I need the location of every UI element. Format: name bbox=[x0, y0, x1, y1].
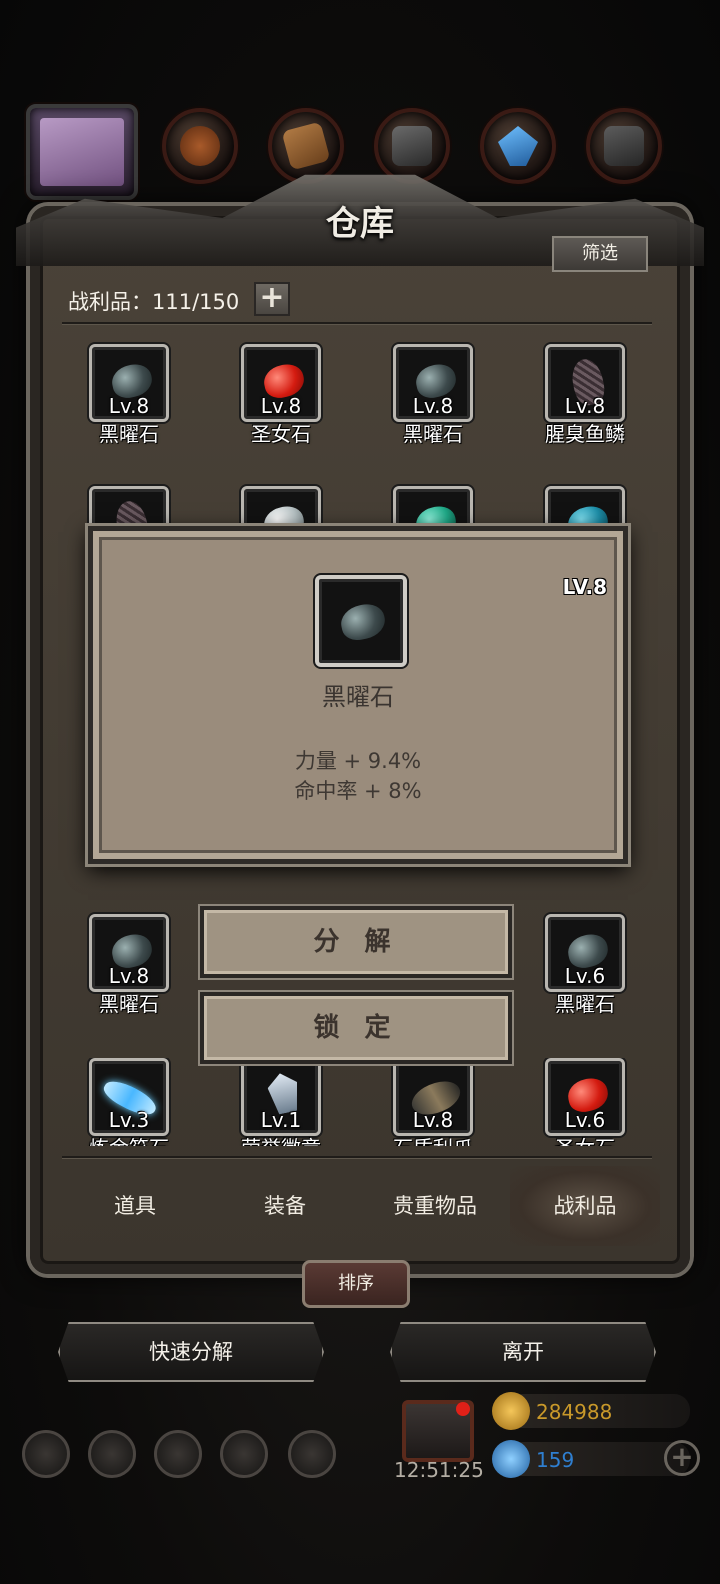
add-currency-button[interactable]: + bbox=[664, 1440, 700, 1476]
item-level: Lv.6 bbox=[564, 1108, 606, 1132]
tab-valuables[interactable]: 贵重物品 bbox=[360, 1166, 510, 1246]
item-slot bbox=[315, 575, 407, 667]
clock-text: 12:51:25 bbox=[394, 1458, 484, 1482]
quick-decompose-button[interactable]: 快速分解 bbox=[58, 1322, 324, 1382]
chest-icon[interactable] bbox=[288, 1430, 336, 1478]
lock-button[interactable]: 锁 定 bbox=[200, 992, 512, 1064]
item-level: Lv.8 bbox=[108, 964, 150, 988]
item-level: Lv.8 bbox=[412, 1108, 454, 1132]
inventory-item[interactable]: Lv.8 黑曜石 bbox=[74, 344, 184, 454]
item-name: 黑曜石 bbox=[322, 683, 394, 711]
tab-loot[interactable]: 战利品 bbox=[510, 1166, 660, 1246]
inventory-item[interactable]: Lv.8 黑曜石 bbox=[74, 914, 184, 1024]
loot-capacity-label: 战利品：111/150 bbox=[68, 290, 240, 314]
item-name: 圣女石 bbox=[251, 422, 311, 446]
inventory-item[interactable]: Lv.8 腥臭鱼鳞 bbox=[530, 344, 640, 454]
couple-category-icon[interactable] bbox=[26, 104, 138, 200]
tab-equipment[interactable]: 装备 bbox=[210, 1166, 360, 1246]
gold-amount: 284988 bbox=[536, 1400, 613, 1424]
gem-amount: 159 bbox=[536, 1448, 575, 1472]
bread-category-icon[interactable] bbox=[162, 108, 238, 184]
item-name: 黑曜石 bbox=[99, 992, 159, 1016]
item-name: 石质利爪 bbox=[378, 1132, 488, 1146]
divider bbox=[62, 1156, 652, 1158]
tab-items[interactable]: 道具 bbox=[60, 1166, 210, 1246]
item-level: LV.8 bbox=[562, 575, 607, 599]
steel-category-icon[interactable] bbox=[586, 108, 662, 184]
divider bbox=[62, 322, 652, 324]
leave-button[interactable]: 离开 bbox=[390, 1322, 656, 1382]
inventory-item[interactable]: Lv.1 荣誉徽章 bbox=[226, 1058, 336, 1146]
item-level: Lv.1 bbox=[260, 1108, 302, 1132]
item-level: Lv.3 bbox=[108, 1108, 150, 1132]
inventory-item[interactable]: Lv.8 黑曜石 bbox=[378, 344, 488, 454]
star-icon[interactable] bbox=[88, 1430, 136, 1478]
notification-dot bbox=[456, 1402, 470, 1416]
stat-line: 命中率 + 8% bbox=[294, 779, 422, 803]
category-tabs: 道具 装备 贵重物品 战利品 bbox=[60, 1166, 660, 1246]
item-level: Lv.8 bbox=[108, 394, 150, 418]
settings-icon[interactable] bbox=[22, 1430, 70, 1478]
sort-button[interactable]: 排序 bbox=[302, 1260, 410, 1308]
item-level: Lv.8 bbox=[564, 394, 606, 418]
obsidian-icon bbox=[337, 600, 389, 644]
iron-category-icon[interactable] bbox=[374, 108, 450, 184]
item-name: 黑曜石 bbox=[403, 422, 463, 446]
decompose-button[interactable]: 分 解 bbox=[200, 906, 512, 978]
item-detail-popup: LV.8 黑曜石 力量 + 9.4% 命中率 + 8% bbox=[88, 526, 628, 864]
inventory-item[interactable]: Lv.6 黑曜石 bbox=[530, 914, 640, 1024]
gold-coin-icon bbox=[492, 1392, 530, 1430]
item-level: Lv.8 bbox=[412, 394, 454, 418]
wood-category-icon[interactable] bbox=[268, 108, 344, 184]
item-level: Lv.6 bbox=[564, 964, 606, 988]
filter-button[interactable]: 筛选 bbox=[552, 236, 648, 272]
inventory-item[interactable]: Lv.6 圣女石 bbox=[530, 1058, 640, 1146]
inventory-item[interactable]: Lv.8 圣女石 bbox=[226, 344, 336, 454]
item-level: Lv.8 bbox=[260, 394, 302, 418]
item-name: 圣女石 bbox=[530, 1132, 640, 1146]
inventory-item[interactable]: Lv.8 石质利爪 bbox=[378, 1058, 488, 1146]
expand-capacity-button[interactable]: + bbox=[254, 282, 290, 316]
crystal-category-icon[interactable] bbox=[480, 108, 556, 184]
stat-line: 力量 + 9.4% bbox=[294, 749, 422, 773]
inventory-item[interactable]: Lv.3 炼金符石 bbox=[74, 1058, 184, 1146]
mail-icon[interactable] bbox=[220, 1430, 268, 1478]
gate-icon[interactable] bbox=[154, 1430, 202, 1478]
gem-icon bbox=[492, 1440, 530, 1478]
item-name: 腥臭鱼鳞 bbox=[545, 422, 625, 446]
item-name: 荣誉徽章 bbox=[226, 1132, 336, 1146]
item-name: 炼金符石 bbox=[74, 1132, 184, 1146]
item-name: 黑曜石 bbox=[555, 992, 615, 1016]
item-name: 黑曜石 bbox=[99, 422, 159, 446]
